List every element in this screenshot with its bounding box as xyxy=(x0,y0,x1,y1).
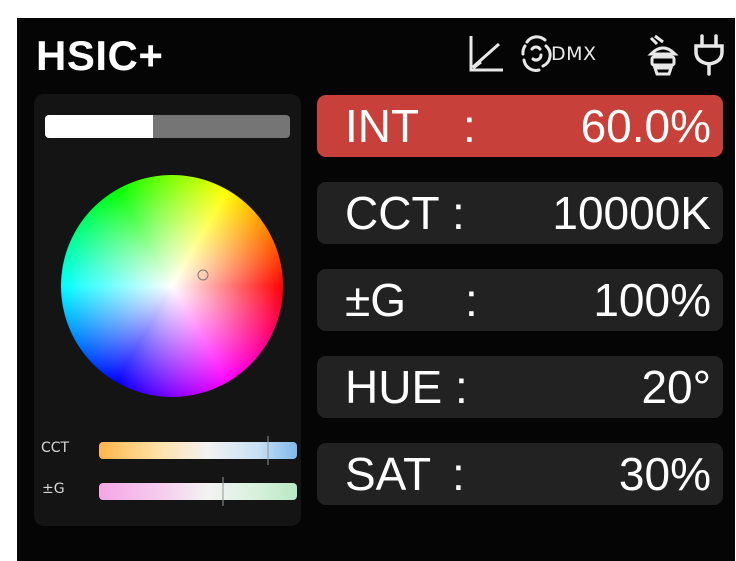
param-int[interactable]: INT : 60.0% xyxy=(317,95,723,157)
dmx-label: DMX xyxy=(551,43,597,65)
intensity-bar[interactable] xyxy=(45,115,290,138)
color-picker-marker[interactable] xyxy=(197,269,209,281)
param-value: 20° xyxy=(641,361,711,413)
device-screen: HSIC+ DMX CCT ±G INT: 60.0% CCT: 10000… xyxy=(17,18,735,561)
param-sat[interactable]: SAT : 30% xyxy=(317,443,723,505)
param-separator: : xyxy=(452,187,465,239)
param-cct[interactable]: CCT : 10000K xyxy=(317,182,723,244)
param-value: 60.0% xyxy=(580,100,711,152)
param-value: 100% xyxy=(593,274,711,326)
g-slider[interactable] xyxy=(99,477,297,506)
g-slider-thumb[interactable] xyxy=(221,477,224,506)
cct-slider[interactable] xyxy=(99,436,297,465)
param-separator: : xyxy=(463,100,476,152)
color-wheel[interactable] xyxy=(61,175,283,397)
dmx-icon xyxy=(521,35,552,72)
param-separator: : xyxy=(465,274,478,326)
param-label: HUE xyxy=(345,361,443,413)
param-g[interactable]: ±G : 100% xyxy=(317,269,723,331)
param-label: ±G xyxy=(345,274,407,326)
page-title: HSIC+ xyxy=(36,32,164,79)
param-value: 30% xyxy=(618,448,711,500)
cct-slider-thumb[interactable] xyxy=(267,436,270,465)
status-bar: DMX xyxy=(447,32,735,80)
intensity-bar-fill xyxy=(45,115,153,138)
fan-icon xyxy=(647,34,679,76)
param-separator: : xyxy=(452,448,465,500)
g-slider-label: ±G xyxy=(42,481,65,497)
curve-icon xyxy=(469,36,503,72)
param-separator: : xyxy=(455,361,468,413)
param-label: CCT xyxy=(345,187,440,239)
power-plug-icon xyxy=(694,34,724,76)
param-value: 10000K xyxy=(552,187,711,239)
param-label: SAT xyxy=(345,448,432,500)
color-panel: CCT ±G xyxy=(34,94,301,526)
param-label: INT xyxy=(345,100,420,152)
param-hue[interactable]: HUE : 20° xyxy=(317,356,723,418)
cct-slider-label: CCT xyxy=(41,440,70,456)
